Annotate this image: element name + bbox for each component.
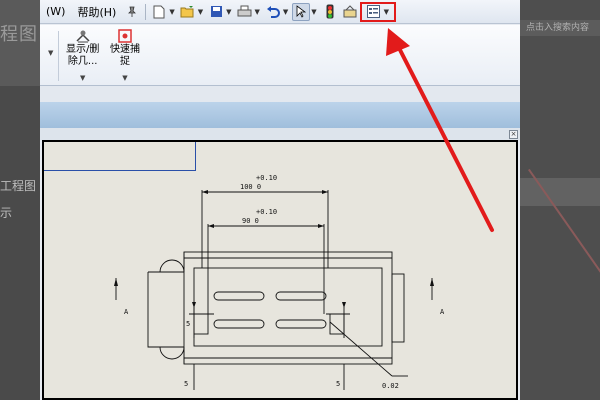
- section-label-right: A: [440, 308, 445, 316]
- leader-line: [329, 321, 393, 377]
- drawing-sheet[interactable]: +0.10 100 0 +0.10 90 0 A A 5 5 5 0.02: [42, 140, 518, 400]
- undo-dropdown-arrow[interactable]: ▼: [283, 8, 288, 16]
- open-dropdown-arrow[interactable]: ▼: [198, 8, 203, 16]
- dim-top-tolerance: +0.10: [256, 174, 277, 182]
- save-icon[interactable]: [207, 3, 225, 21]
- section-arrow-left: [114, 278, 118, 286]
- small-dim-label: 5: [184, 380, 188, 388]
- application-window: (W) 帮助(H) ▼ ▼ ▼ ▼ ▼ ▼ ▼ ▼ 显示/删 除几... ▼ 快…: [40, 0, 520, 400]
- quick-snap-label: 快速捕 捉: [110, 44, 140, 67]
- part-body: [183, 251, 393, 365]
- select-pointer-icon[interactable]: [292, 2, 311, 21]
- open-folder-icon[interactable]: [179, 3, 197, 21]
- pin-icon[interactable]: [123, 3, 141, 21]
- show-hide-button[interactable]: 显示/删 除几... ▼: [66, 29, 99, 84]
- dimension-arrowheads: [192, 302, 346, 308]
- small-dim-label: 5: [186, 320, 190, 328]
- quick-snap-dropdown-arrow[interactable]: ▼: [122, 72, 127, 84]
- part-left-slot: [159, 259, 185, 360]
- engineering-drawing: +0.10 100 0 +0.10 90 0 A A 5 5 5 0.02: [114, 174, 445, 390]
- undo-icon[interactable]: [264, 3, 282, 21]
- menu-bar: (W) 帮助(H) ▼ ▼ ▼ ▼ ▼ ▼ ▼: [40, 0, 520, 24]
- menu-help[interactable]: 帮助(H): [71, 4, 122, 20]
- toolbar-strip: [40, 86, 520, 102]
- section-label-left: A: [124, 308, 129, 316]
- traffic-light-icon[interactable]: [321, 3, 339, 21]
- show-hide-label: 显示/删 除几...: [66, 44, 100, 67]
- quick-snap-icon: [117, 29, 133, 43]
- command-ribbon: ▼ 显示/删 除几... ▼ 快速捕 捉 ▼: [40, 25, 520, 86]
- background-text: 示: [0, 206, 13, 220]
- slot-outline: [275, 319, 327, 329]
- part-left-flange: [147, 252, 185, 364]
- new-document-icon[interactable]: [150, 3, 168, 21]
- slot-outline: [213, 291, 265, 301]
- part-tab: [193, 313, 209, 335]
- document-title-bar: [40, 128, 520, 140]
- command-manager-tabs: [40, 102, 520, 128]
- select-dropdown-arrow[interactable]: ▼: [311, 8, 316, 16]
- ribbon-divider: [58, 31, 59, 81]
- section-arrow-right: [430, 278, 434, 286]
- dim-inner-tolerance: +0.10: [256, 208, 277, 216]
- small-dim-label: 5: [336, 380, 340, 388]
- show-hide-icon: [75, 29, 91, 43]
- options-highlight: ▼: [359, 1, 397, 22]
- toolbar-separator: [145, 3, 147, 20]
- menu-window[interactable]: (W): [40, 5, 71, 18]
- leader-label: 0.02: [382, 382, 399, 390]
- options-icon[interactable]: [365, 3, 383, 21]
- background-search-box: 点击入搜索内容: [520, 20, 600, 36]
- slot-outline: [275, 291, 327, 301]
- new-dropdown-arrow[interactable]: ▼: [169, 8, 174, 16]
- dim-top-value: 100 0: [240, 183, 261, 191]
- quick-snap-button[interactable]: 快速捕 捉 ▼: [110, 29, 140, 84]
- options-dropdown-arrow[interactable]: ▼: [384, 8, 389, 16]
- part-right-shaft: [391, 273, 405, 343]
- dim-inner-value: 90 0: [242, 217, 259, 225]
- background-text: 工程图: [0, 179, 37, 193]
- part-inner-body: [193, 267, 383, 347]
- ribbon-left-dropdown-arrow[interactable]: ▼: [48, 49, 53, 57]
- background-title: 程图: [0, 24, 38, 45]
- save-dropdown-arrow[interactable]: ▼: [226, 8, 231, 16]
- slot-outline: [213, 319, 265, 329]
- close-icon[interactable]: ×: [509, 130, 518, 139]
- background-input: [520, 178, 600, 206]
- print-dropdown-arrow[interactable]: ▼: [255, 8, 260, 16]
- print-icon[interactable]: [236, 3, 254, 21]
- rebuild-icon[interactable]: [341, 3, 359, 21]
- show-hide-dropdown-arrow[interactable]: ▼: [80, 72, 85, 84]
